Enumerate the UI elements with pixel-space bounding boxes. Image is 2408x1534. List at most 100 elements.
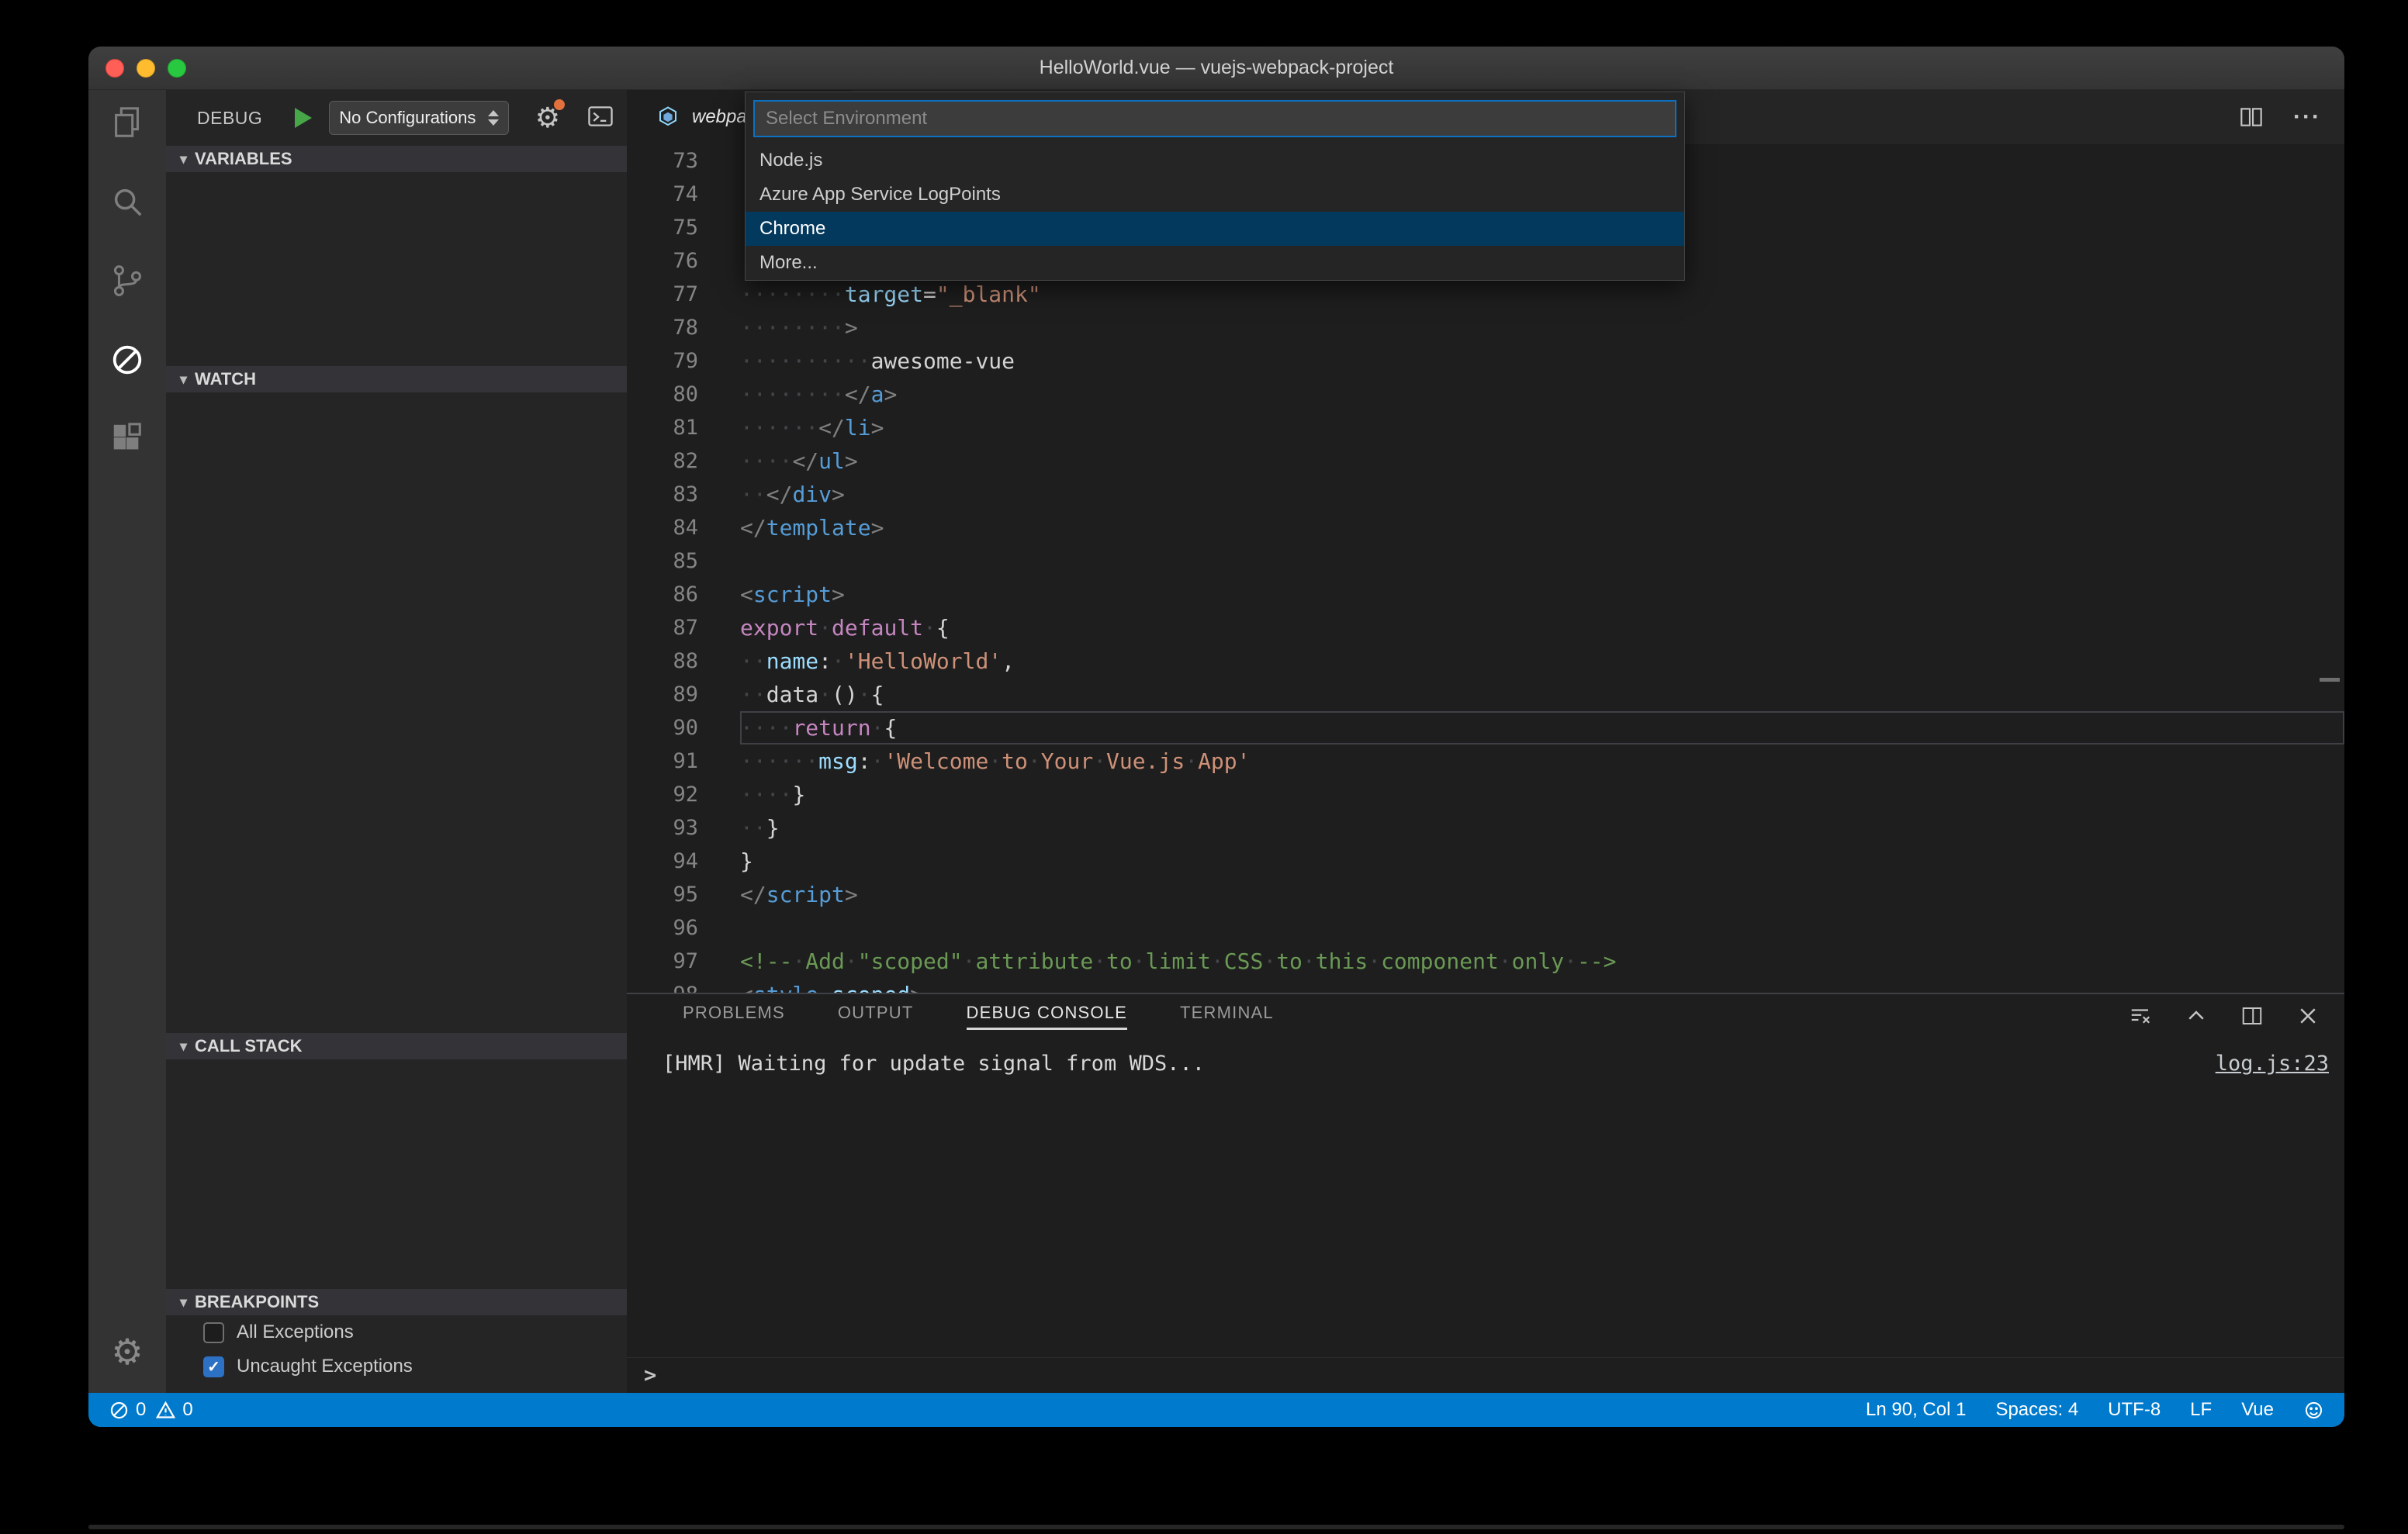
source-link[interactable]: log.js:23 (2216, 1052, 2329, 1076)
line-number[interactable]: 98 (627, 978, 698, 993)
line-number[interactable]: 73 (627, 144, 698, 178)
code-line[interactable]: ········target="_blank" (740, 278, 2344, 311)
code-line[interactable]: ······</li> (740, 411, 2344, 444)
line-number[interactable]: 75 (627, 211, 698, 244)
cursor-position[interactable]: Ln 90, Col 1 (1866, 1399, 1966, 1421)
line-number[interactable]: 87 (627, 611, 698, 644)
maximize-panel-icon[interactable] (2185, 1004, 2208, 1028)
code-line[interactable]: <style·scoped> (740, 978, 2344, 993)
code-line[interactable] (740, 911, 2344, 945)
code-line[interactable]: ····} (740, 778, 2344, 811)
watch-body (166, 392, 627, 1033)
quickpick-item[interactable]: More... (746, 246, 1684, 280)
code-line[interactable]: ··} (740, 811, 2344, 845)
code-line[interactable]: ········</a> (740, 378, 2344, 411)
start-debug-button[interactable] (295, 108, 313, 128)
section-header-breakpoints[interactable]: ▾ BREAKPOINTS (166, 1289, 627, 1315)
explorer-icon[interactable] (109, 104, 146, 141)
configure-gear-icon[interactable]: ⚙ (535, 99, 565, 132)
indentation[interactable]: Spaces: 4 (1995, 1399, 2078, 1421)
line-number[interactable]: 80 (627, 378, 698, 411)
eol-sequence[interactable]: LF (2190, 1399, 2212, 1421)
line-number[interactable]: 96 (627, 911, 698, 945)
quickpick-input[interactable] (753, 100, 1676, 137)
line-number[interactable]: 95 (627, 878, 698, 911)
debug-configuration-dropdown[interactable]: No Configurations (329, 101, 509, 135)
line-number[interactable]: 85 (627, 544, 698, 578)
panel-tab[interactable]: TERMINAL (1180, 1003, 1274, 1030)
quickpick-item[interactable]: Node.js (746, 143, 1684, 178)
zoom-button[interactable] (168, 59, 186, 78)
section-header-watch[interactable]: ▾ WATCH (166, 366, 627, 392)
code-line[interactable]: ······msg:·'Welcome·to·Your·Vue.js·App' (740, 745, 2344, 778)
code-line[interactable] (740, 544, 2344, 578)
breakpoint-checkbox[interactable]: ✓ (203, 1356, 224, 1377)
panel-tab[interactable]: DEBUG CONSOLE (966, 1003, 1128, 1030)
code-line[interactable]: export·default·{ (740, 611, 2344, 644)
code-line[interactable]: </template> (740, 511, 2344, 544)
line-number[interactable]: 81 (627, 411, 698, 444)
line-number[interactable]: 93 (627, 811, 698, 845)
code-line[interactable]: ····</ul> (740, 444, 2344, 478)
line-number[interactable]: 86 (627, 578, 698, 611)
line-number[interactable]: 84 (627, 511, 698, 544)
split-editor-icon[interactable] (2239, 105, 2264, 130)
encoding[interactable]: UTF-8 (2108, 1399, 2161, 1421)
language-mode[interactable]: Vue (2241, 1399, 2274, 1421)
line-number[interactable]: 83 (627, 478, 698, 511)
line-number[interactable]: 94 (627, 845, 698, 878)
line-number[interactable]: 78 (627, 311, 698, 344)
line-number[interactable]: 97 (627, 945, 698, 978)
error-status[interactable]: 0 (109, 1399, 146, 1421)
line-number[interactable]: 76 (627, 244, 698, 278)
source-control-icon[interactable] (109, 262, 146, 299)
code-line[interactable]: ··········awesome-vue (740, 344, 2344, 378)
collapse-arrow-icon: ▾ (180, 150, 188, 167)
code-line[interactable]: ········> (740, 311, 2344, 344)
close-panel-icon[interactable] (2296, 1004, 2320, 1028)
dropdown-arrows-icon (487, 110, 499, 126)
quickpick-item[interactable]: Chrome (746, 212, 1684, 246)
debug-console-output[interactable]: [HMR] Waiting for update signal from WDS… (627, 1038, 2344, 1393)
code-line[interactable]: ··name:·'HelloWorld', (740, 644, 2344, 678)
debug-console-input[interactable]: > (627, 1357, 2344, 1393)
code-line[interactable]: ····return·{ (740, 711, 2344, 745)
line-number[interactable]: 74 (627, 178, 698, 211)
breakpoint-checkbox[interactable] (203, 1322, 224, 1343)
panel-tab[interactable]: OUTPUT (838, 1003, 914, 1030)
warning-status[interactable]: 0 (155, 1399, 193, 1421)
search-icon[interactable] (109, 183, 146, 220)
feedback-smiley-icon[interactable] (2303, 1400, 2324, 1421)
code-line[interactable]: <script> (740, 578, 2344, 611)
breakpoint-row[interactable]: All Exceptions (166, 1315, 627, 1349)
minimize-button[interactable] (137, 59, 155, 78)
breakpoint-row[interactable]: ✓ Uncaught Exceptions (166, 1349, 627, 1384)
code-line[interactable]: <!--·Add·"scoped"·attribute·to·limit·CSS… (740, 945, 2344, 978)
debug-console-toggle-icon[interactable] (586, 104, 614, 133)
debug-icon[interactable] (109, 341, 146, 378)
extensions-icon[interactable] (109, 420, 146, 458)
line-number[interactable]: 89 (627, 678, 698, 711)
settings-gear-icon[interactable]: ⚙ (111, 1334, 143, 1370)
section-header-variables[interactable]: ▾ VARIABLES (166, 146, 627, 172)
code-line[interactable]: } (740, 845, 2344, 878)
line-number[interactable]: 77 (627, 278, 698, 311)
line-number[interactable]: 88 (627, 644, 698, 678)
panel-tab[interactable]: PROBLEMS (683, 1003, 785, 1030)
more-actions-icon[interactable]: ··· (2293, 104, 2321, 130)
problems-status[interactable]: 0 0 (109, 1399, 193, 1421)
line-number[interactable]: 79 (627, 344, 698, 378)
quickpick-item[interactable]: Azure App Service LogPoints (746, 178, 1684, 212)
clear-console-icon[interactable] (2129, 1004, 2152, 1028)
close-button[interactable] (106, 59, 124, 78)
line-number[interactable]: 92 (627, 778, 698, 811)
code-line[interactable]: ··</div> (740, 478, 2344, 511)
line-number[interactable]: 90 (627, 711, 698, 745)
code-line[interactable]: </script> (740, 878, 2344, 911)
line-number[interactable]: 82 (627, 444, 698, 478)
panel-layout-icon[interactable] (2240, 1004, 2264, 1028)
section-header-call-stack[interactable]: ▾ CALL STACK (166, 1033, 627, 1059)
code-line[interactable]: ··data·()·{ (740, 678, 2344, 711)
line-number[interactable]: 91 (627, 745, 698, 778)
titlebar[interactable]: HelloWorld.vue — vuejs-webpack-project (88, 47, 2344, 90)
